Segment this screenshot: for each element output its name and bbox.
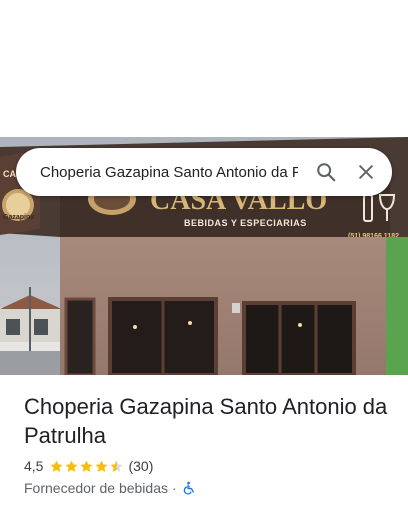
place-info: Choperia Gazapina Santo Antonio da Patru… <box>24 392 392 498</box>
star-icon <box>51 460 63 472</box>
rating-value: 4,5 <box>24 458 44 474</box>
place-title: Choperia Gazapina Santo Antonio da Patru… <box>24 394 388 448</box>
star-icon <box>66 460 78 472</box>
rating-row[interactable]: 4,5 (30) <box>24 456 392 476</box>
place-category: Fornecedor de bebidas <box>24 480 168 496</box>
star-icon <box>96 460 108 472</box>
category-row: Fornecedor de bebidas · <box>24 478 392 498</box>
sign-tagline: BEBIDAS Y ESPECIARIAS <box>184 218 307 228</box>
star-icon <box>81 460 93 472</box>
search-icon <box>317 163 336 182</box>
rating-stars <box>49 459 124 474</box>
search-input[interactable] <box>40 160 298 184</box>
search-bar <box>16 148 392 196</box>
sign-logo-text: Gazapina <box>3 214 34 221</box>
clear-search-button[interactable] <box>346 152 386 192</box>
wheelchair-icon <box>181 481 195 495</box>
close-icon <box>359 165 373 179</box>
search-button[interactable] <box>306 152 346 192</box>
separator-dot: · <box>172 480 177 496</box>
star-icon <box>111 460 123 472</box>
review-count[interactable]: (30) <box>128 458 153 474</box>
